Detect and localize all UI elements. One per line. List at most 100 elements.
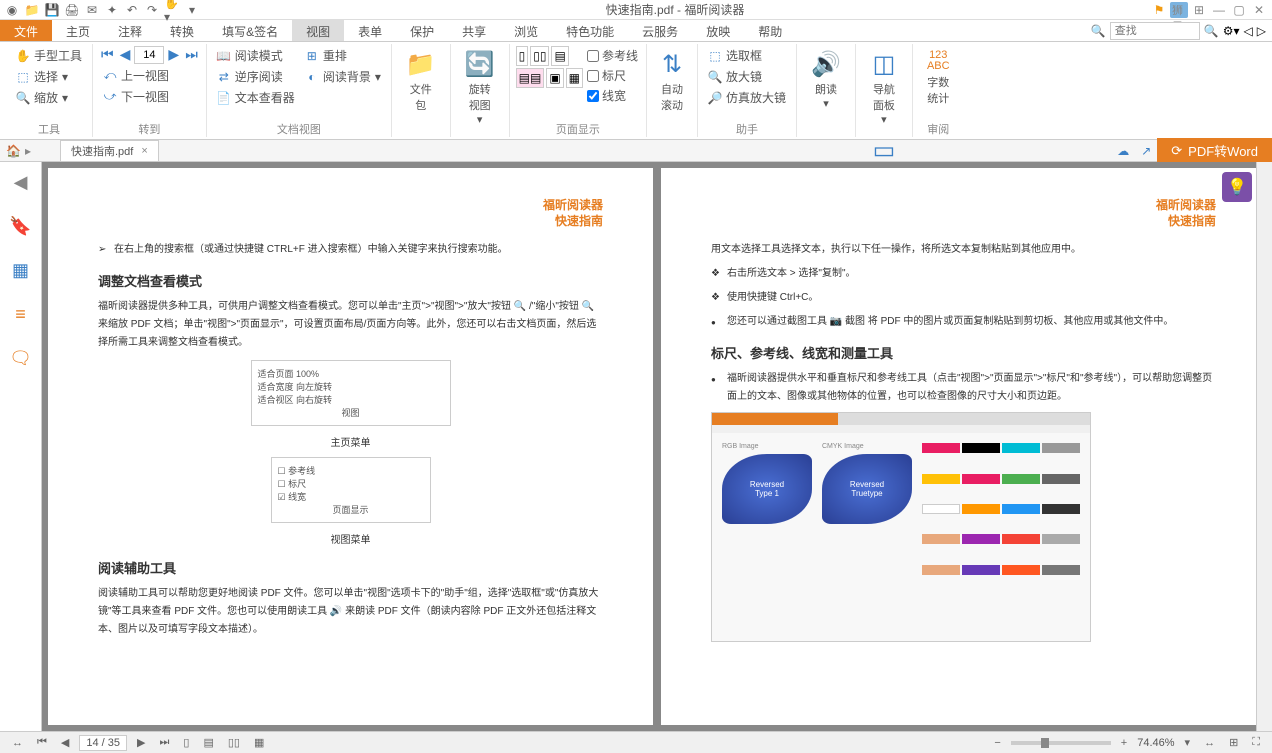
sb-last-icon[interactable]: ⏭ [155,736,173,749]
tab-cloud[interactable]: 云服务 [628,20,692,41]
read-bg-button[interactable]: ◐阅读背景 ▾ [301,67,385,86]
layout-continuous-icon[interactable]: ▤ [551,46,568,66]
tab-share[interactable]: 共享 [448,20,500,41]
nav-panel-button[interactable]: ◫导航 面板▾ [862,46,906,130]
qat-new-icon[interactable]: ✦ [104,2,120,18]
share-icon[interactable]: ↗ [1135,144,1157,158]
settings-gear-icon[interactable]: ⚙▾ [1223,24,1240,38]
marquee-button[interactable]: ⬚选取框 [704,46,790,65]
layout-single-icon[interactable]: ▯ [516,46,529,66]
start-icon[interactable]: 🏠 [6,144,21,158]
read-mode-button[interactable]: 📖阅读模式 [213,46,299,65]
search-input[interactable] [1110,22,1200,40]
tab-convert[interactable]: 转换 [156,20,208,41]
sb-zoomout-icon[interactable]: − [990,737,1004,749]
sb-zoomin-icon[interactable]: + [1117,737,1131,749]
qat-print-icon[interactable]: 🖨 [64,2,80,18]
tips-lightbulb-icon[interactable]: 💡 [1222,172,1252,202]
sb-layout4-icon[interactable]: ▦ [250,736,268,749]
tab-view[interactable]: 视图 [292,20,344,41]
qat-mail-icon[interactable]: ✉ [84,2,100,18]
sb-next-icon[interactable]: ▶ [133,736,149,749]
tab-slideshow[interactable]: 放映 [692,20,744,41]
tab-features[interactable]: 特色功能 [552,20,628,41]
sb-fitwidth-icon[interactable]: ↔ [1200,737,1219,749]
qat-hand-icon[interactable]: ✋▾ [164,2,180,18]
sb-page-indicator[interactable]: 14 / 35 [79,735,127,751]
hand-tool-button[interactable]: ✋手型工具 [12,46,86,65]
collapse-ribbon-icon[interactable]: ⊞ [1190,2,1208,18]
thumbnails-icon[interactable]: ▦ [9,258,33,282]
qat-undo-icon[interactable]: ↶ [124,2,140,18]
rotate-view-button[interactable]: 🔄旋转 视图▾ [457,46,503,130]
document-tab[interactable]: 快速指南.pdf × [60,140,159,161]
sb-layout3-icon[interactable]: ▯▯ [224,736,244,749]
expand-icon[interactable]: ▸ [25,144,31,158]
zoom-tool-button[interactable]: 🔍缩放 ▾ [12,88,86,107]
nav-prev-icon[interactable]: ◁ [1244,24,1253,38]
text-viewer-button[interactable]: 📄文本查看器 [213,88,299,107]
vertical-scrollbar[interactable] [1256,162,1272,731]
file-package-button[interactable]: 📁文件 包 [398,46,444,117]
comments-icon[interactable]: 🗨 [9,346,33,370]
pdf-to-word-button[interactable]: ⟳ PDF转Word [1157,138,1272,163]
tab-browse[interactable]: 浏览 [500,20,552,41]
next-view-button[interactable]: ⤻下一视图 [99,87,200,106]
tab-protect[interactable]: 保护 [396,20,448,41]
close-icon[interactable]: ✕ [1250,2,1268,18]
qat-redo-icon[interactable]: ↷ [144,2,160,18]
sb-prev-icon[interactable]: ◀ [57,736,73,749]
ruler-checkbox[interactable]: 标尺 [585,66,640,85]
layout-split-icon[interactable]: ▦ [566,68,583,88]
reverse-read-button[interactable]: ⇄逆序阅读 [213,67,299,86]
linewidth-checkbox[interactable]: 线宽 [585,86,640,105]
tab-help[interactable]: 帮助 [744,20,796,41]
select-tool-button[interactable]: ⬚选择 ▾ [12,67,86,86]
sb-zoom-dropdown-icon[interactable]: ▾ [1181,736,1195,749]
layout-facing-icon[interactable]: ▯▯ [530,46,549,66]
sb-size-icon[interactable]: ↔ [8,737,27,749]
wordcount-button[interactable]: 123ABC字数 统计 [919,46,958,110]
layout-cover-icon[interactable]: ▣ [546,68,563,88]
sb-fullscreen-icon[interactable]: ⛶ [1248,736,1264,749]
sb-layout2-icon[interactable]: ▤ [199,736,217,749]
flag-icon[interactable]: ⚑ [1150,2,1168,18]
prev-view-button[interactable]: ⤺上一视图 [99,66,200,85]
qat-more-icon[interactable]: ▾ [184,2,200,18]
user-badge[interactable]: 小狮子. [1170,2,1188,18]
search-go-icon[interactable]: 🔍 [1204,24,1219,38]
next-page-icon[interactable]: ▶ [166,46,181,64]
bookmarks-icon[interactable]: 🔖 [9,214,33,238]
cloud-sync-icon[interactable]: ☁ [1111,144,1135,158]
magnifier-button[interactable]: 🔍放大镜 [704,67,790,86]
sb-layout1-icon[interactable]: ▯ [179,736,193,749]
tab-fillsign[interactable]: 填写&签名 [208,20,292,41]
page-number-input[interactable] [134,46,164,64]
last-page-icon[interactable]: ⏭ [183,46,200,64]
maximize-icon[interactable]: ▢ [1230,2,1248,18]
layout-cont-facing-icon[interactable]: ▤▤ [516,68,545,88]
tab-home[interactable]: 主页 [52,20,104,41]
first-page-icon[interactable]: ⏮ [99,46,116,64]
layers-icon[interactable]: ≡ [9,302,33,326]
qat-save-icon[interactable]: 💾 [44,2,60,18]
autoscroll-button[interactable]: ⇅自动 滚动 [653,46,691,117]
nav-next-icon[interactable]: ▷ [1257,24,1266,38]
minimize-icon[interactable]: — [1210,2,1228,18]
reflow-button[interactable]: ⊞重排 [301,46,385,65]
qat-open-icon[interactable]: 📁 [24,2,40,18]
loupe-button[interactable]: 🔎仿真放大镜 [704,88,790,107]
prev-page-icon[interactable]: ◀ [118,46,133,64]
zoom-slider[interactable] [1011,741,1111,745]
guides-checkbox[interactable]: 参考线 [585,46,640,65]
tab-form[interactable]: 表单 [344,20,396,41]
sb-fitpage-icon[interactable]: ⊞ [1225,736,1242,749]
sidebar-collapse-icon[interactable]: ◀ [9,170,33,194]
tab-close-icon[interactable]: × [141,145,147,157]
search-toggle-icon[interactable]: 🔍 [1091,24,1106,38]
tab-file[interactable]: 文件 [0,20,52,41]
sb-first-icon[interactable]: ⏮ [33,736,51,749]
marquee-icon: ⬚ [708,49,722,63]
tab-comment[interactable]: 注释 [104,20,156,41]
read-aloud-button[interactable]: 🔊朗读▾ [803,46,849,114]
